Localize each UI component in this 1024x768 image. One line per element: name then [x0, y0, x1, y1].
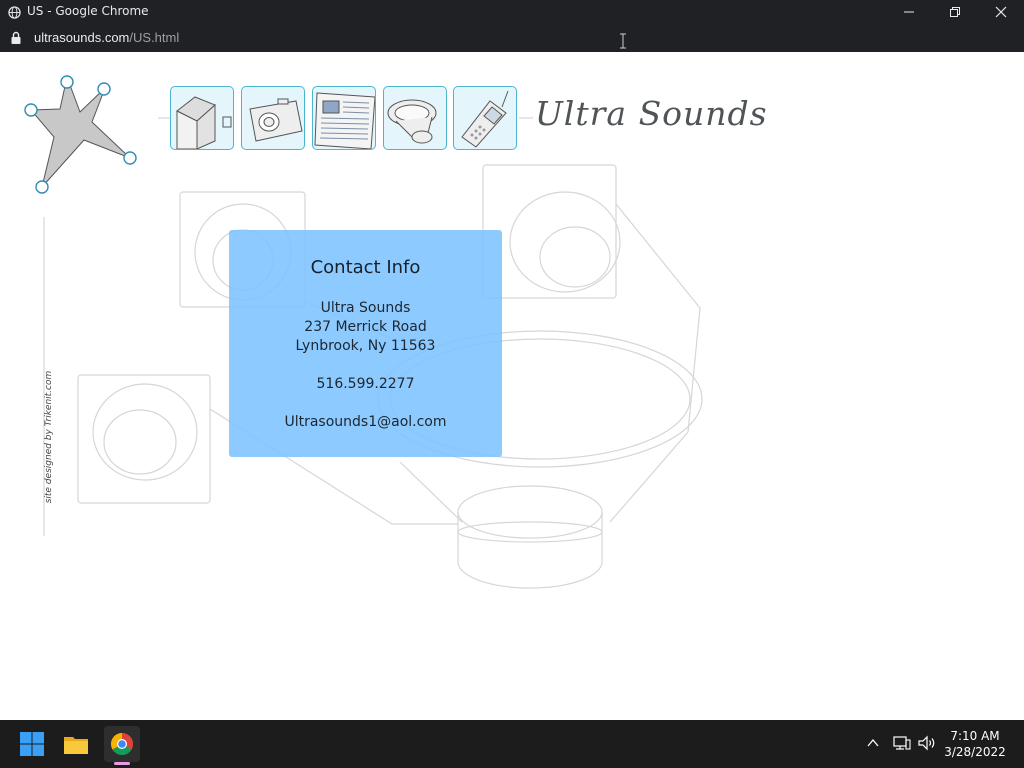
- file-explorer-icon[interactable]: [60, 728, 92, 760]
- restore-icon: [950, 7, 960, 17]
- minimize-icon: [904, 11, 914, 13]
- restore-button[interactable]: [932, 0, 978, 24]
- globe-icon: [8, 6, 21, 19]
- contact-info-panel: Contact Info Ultra Sounds 237 Merrick Ro…: [229, 230, 502, 457]
- camera-icon: [249, 98, 303, 142]
- active-app-indicator: [114, 762, 130, 765]
- minimize-button[interactable]: [886, 0, 932, 24]
- page-viewport: Ultra Sounds site designed by Trikenit.c…: [0, 52, 1024, 720]
- close-icon: [995, 6, 1007, 18]
- windows-start-icon[interactable]: [16, 728, 48, 760]
- nav-news-button[interactable]: [312, 86, 376, 150]
- site-logo-text[interactable]: Ultra Sounds: [535, 94, 768, 133]
- clock-time: 7:10 AM: [950, 729, 1000, 743]
- site-credit[interactable]: site designed by Trikenit.com: [44, 362, 54, 512]
- cellphone-icon: [461, 90, 509, 148]
- taskbar-clock[interactable]: 7:10 AM 3/28/2022: [930, 728, 1020, 760]
- url-text[interactable]: ultrasounds.com/US.html: [34, 30, 179, 45]
- speaker-icon: [387, 99, 437, 144]
- contact-phone: 516.599.2277: [316, 376, 415, 392]
- contact-street: 237 Merrick Road: [304, 319, 427, 335]
- text-cursor-icon: [620, 33, 626, 49]
- window-title: US - Google Chrome: [27, 4, 149, 18]
- windows-taskbar: 7:10 AM 3/28/2022: [0, 720, 1024, 768]
- contact-email[interactable]: Ultrasounds1@aol.com: [229, 414, 502, 430]
- chrome-icon: [111, 733, 133, 755]
- chrome-title-bar: US - Google Chrome: [0, 0, 1024, 24]
- url-path: /US.html: [129, 30, 180, 45]
- house-icon: [176, 96, 232, 149]
- address-bar[interactable]: ultrasounds.com/US.html: [0, 24, 1024, 52]
- chevron-up-icon[interactable]: [866, 734, 880, 752]
- nav-speaker-button[interactable]: [383, 86, 447, 150]
- clock-date: 3/28/2022: [944, 745, 1006, 759]
- contact-heading: Contact Info: [310, 257, 421, 278]
- network-icon[interactable]: [893, 734, 911, 752]
- nav-home-button[interactable]: [170, 86, 234, 150]
- close-button[interactable]: [978, 0, 1024, 24]
- contact-name: Ultra Sounds: [320, 300, 411, 316]
- newspaper-icon: [314, 92, 375, 149]
- contact-city: Lynbrook, Ny 11563: [295, 338, 436, 354]
- background-speaker-art: [43, 117, 703, 589]
- nav-camera-button[interactable]: [241, 86, 305, 150]
- url-host: ultrasounds.com: [34, 30, 130, 45]
- lock-icon[interactable]: [10, 31, 22, 45]
- chrome-taskbar-button[interactable]: [104, 726, 140, 762]
- nav-phone-button[interactable]: [453, 86, 517, 150]
- star-logo-icon[interactable]: [20, 72, 145, 197]
